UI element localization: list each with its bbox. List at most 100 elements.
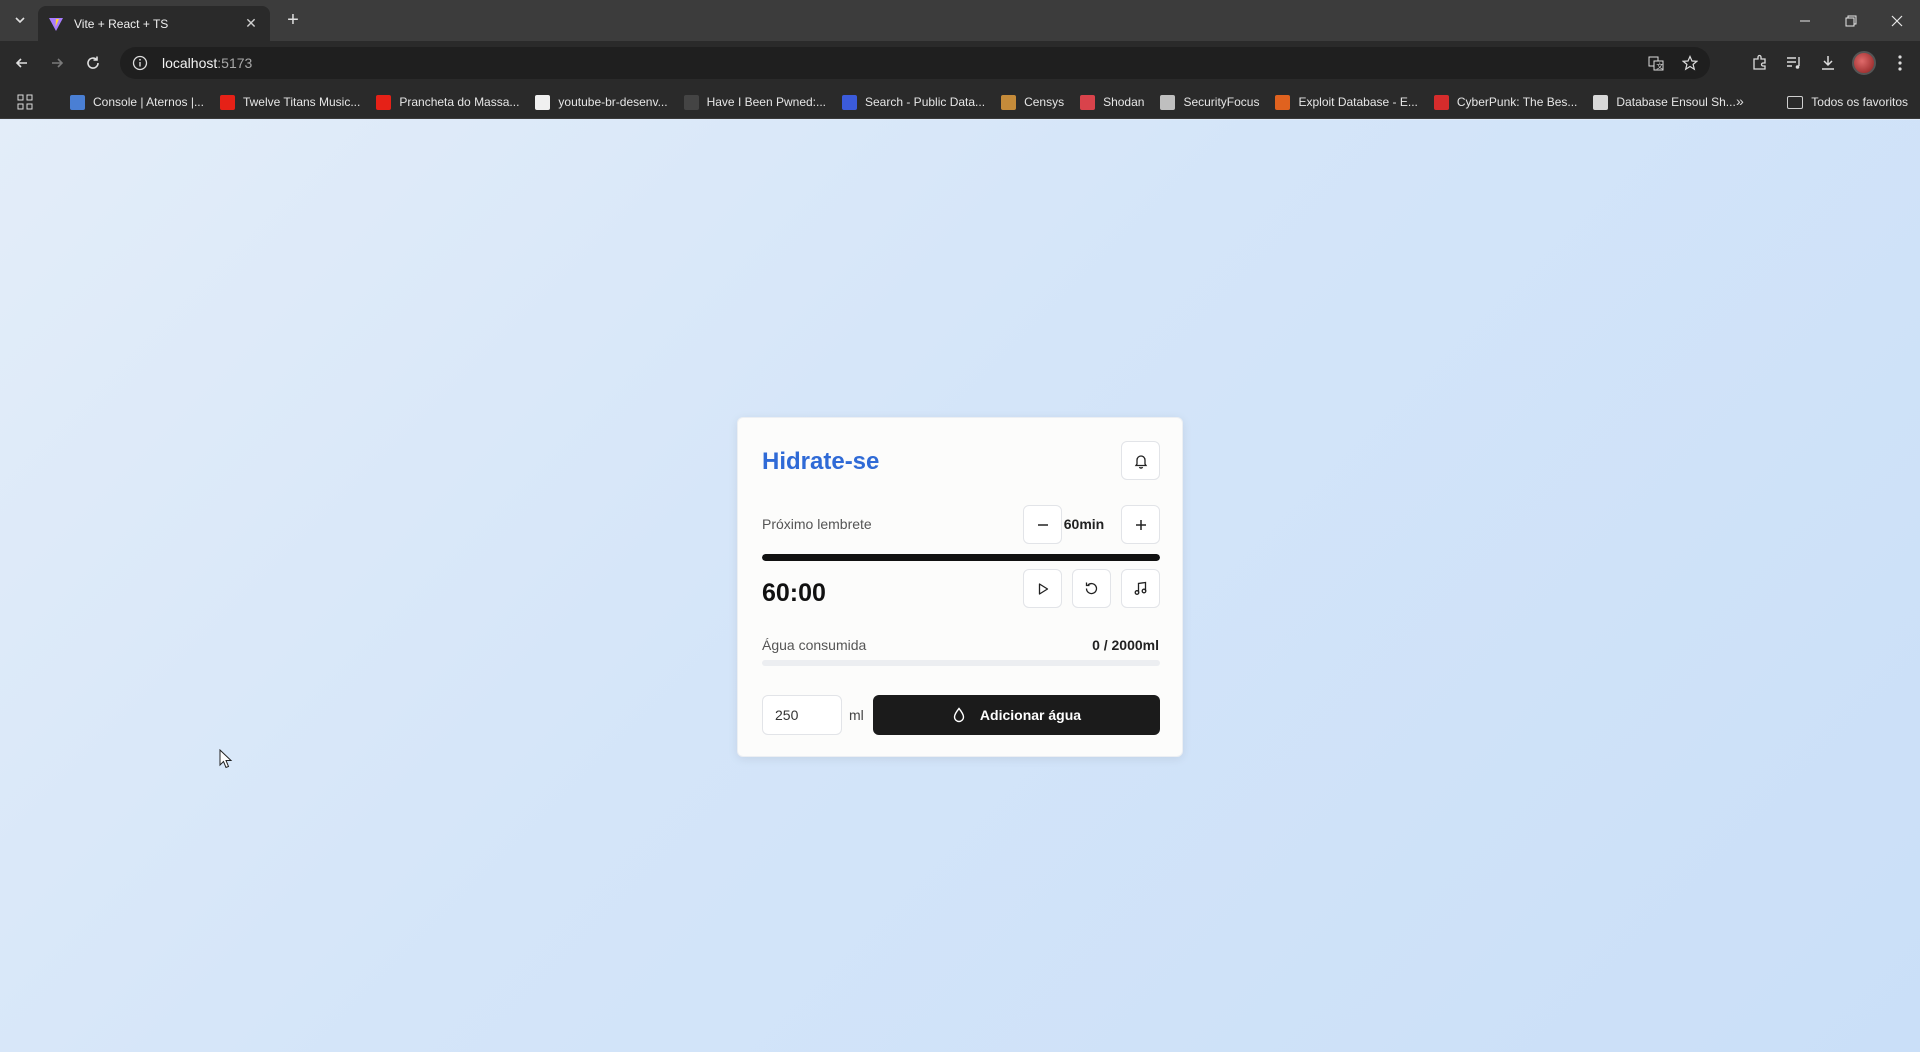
- bookmark-label: CyberPunk: The Bes...: [1456, 95, 1578, 109]
- bookmark-item[interactable]: Search - Public Data...: [834, 88, 993, 116]
- tab-search-button[interactable]: [8, 8, 32, 32]
- bookmark-item[interactable]: Twelve Titans Music...: [212, 88, 368, 116]
- bookmark-item[interactable]: Censys: [993, 88, 1072, 116]
- timer-progress-bar: [762, 554, 1160, 561]
- bookmark-favicon-icon: [1160, 94, 1176, 110]
- menu-kebab-icon[interactable]: [1890, 53, 1910, 73]
- timer-progress-fill: [762, 554, 1160, 561]
- extensions-icon[interactable]: [1750, 53, 1770, 73]
- interval-value: 60min: [1063, 516, 1105, 532]
- bookmark-star-icon[interactable]: [1680, 53, 1700, 73]
- bookmark-label: Censys: [1024, 95, 1065, 109]
- bookmark-item[interactable]: CyberPunk: The Bes...: [1426, 88, 1586, 116]
- bookmark-item[interactable]: Console | Aternos |...: [62, 88, 212, 116]
- tab-title: Vite + React + TS: [74, 16, 169, 31]
- bookmark-label: Twelve Titans Music...: [242, 95, 361, 109]
- bell-icon: [1134, 454, 1147, 469]
- bookmark-favicon-icon: [70, 94, 85, 110]
- active-tab[interactable]: Vite + React + TS ✕: [38, 6, 270, 41]
- play-button[interactable]: [1023, 569, 1062, 608]
- hydration-card: Hidrate-se Próximo lembrete 60min 60:00 …: [737, 417, 1183, 757]
- vite-logo-icon: [49, 17, 63, 31]
- profile-avatar[interactable]: [1852, 51, 1876, 75]
- notification-button[interactable]: [1121, 441, 1160, 480]
- unit-label: ml: [849, 707, 864, 723]
- reload-icon[interactable]: [80, 50, 106, 76]
- countdown-timer: 60:00: [762, 579, 826, 607]
- forward-arrow-icon[interactable]: [44, 50, 70, 76]
- bookmark-favicon-icon: [535, 94, 551, 110]
- bookmark-item[interactable]: Exploit Database - E...: [1267, 88, 1425, 116]
- bookmark-label: Exploit Database - E...: [1298, 95, 1418, 109]
- water-progress-bar: [762, 660, 1160, 666]
- reset-icon: [1085, 582, 1098, 595]
- translate-icon[interactable]: 文: [1646, 53, 1666, 73]
- tab-strip: Vite + React + TS ✕ +: [0, 0, 1920, 41]
- site-info-icon[interactable]: [132, 55, 148, 71]
- bookmark-label: youtube-br-desenv...: [558, 95, 668, 109]
- close-window-icon[interactable]: [1874, 0, 1920, 41]
- droplet-icon: [953, 707, 965, 723]
- water-consumed-value: 0 / 2000ml: [1092, 637, 1159, 653]
- chevron-down-icon: [15, 17, 25, 24]
- bookmark-list: Console | Aternos |... Twelve Titans Musi…: [62, 85, 1744, 119]
- url-port: :5173: [217, 55, 253, 71]
- media-control-icon[interactable]: [1784, 53, 1804, 73]
- new-tab-button[interactable]: +: [280, 8, 306, 34]
- bookmark-favicon-icon: [219, 94, 235, 110]
- add-water-label: Adicionar água: [979, 707, 1082, 723]
- apps-grid-icon[interactable]: [17, 94, 33, 110]
- plus-icon: [1135, 519, 1146, 530]
- water-consumed-label: Água consumida: [762, 637, 867, 653]
- minimize-icon[interactable]: [1782, 0, 1828, 41]
- url-host: localhost: [162, 55, 218, 71]
- download-icon[interactable]: [1818, 53, 1838, 73]
- svg-text:文: 文: [1656, 62, 1663, 71]
- bookmark-label: SecurityFocus: [1183, 95, 1260, 109]
- more-bookmarks-button[interactable]: »: [1736, 93, 1744, 109]
- bookmark-favicon-icon: [1275, 94, 1291, 110]
- bookmark-favicon-icon: [376, 94, 392, 110]
- window-controls: [1782, 0, 1920, 41]
- folder-icon: [1787, 95, 1804, 109]
- back-arrow-icon[interactable]: [9, 50, 35, 76]
- all-bookmarks-label: Todos os favoritos: [1811, 95, 1908, 109]
- bookmark-item[interactable]: Database Ensoul Sh...: [1585, 88, 1743, 116]
- add-water-button[interactable]: Adicionar água: [873, 695, 1160, 735]
- bookmark-favicon-icon: [1433, 94, 1449, 110]
- decrease-interval-button[interactable]: [1023, 505, 1062, 544]
- bookmark-label: Database Ensoul Sh...: [1616, 95, 1736, 109]
- bookmark-label: Search - Public Data...: [865, 95, 986, 109]
- bookmark-favicon-icon: [1080, 94, 1096, 110]
- bookmarks-bar: Console | Aternos |... Twelve Titans Musi…: [0, 85, 1920, 119]
- music-note-icon: [1134, 581, 1147, 595]
- minus-icon: [1037, 523, 1048, 526]
- bookmark-favicon-icon: [683, 94, 699, 110]
- sound-button[interactable]: [1121, 569, 1160, 608]
- play-icon: [1038, 582, 1048, 595]
- reset-button[interactable]: [1072, 569, 1111, 608]
- bookmark-item[interactable]: youtube-br-desenv...: [527, 88, 675, 116]
- browser-toolbar: localhost:5173 文: [0, 41, 1920, 85]
- water-amount-input[interactable]: [762, 695, 842, 735]
- address-bar[interactable]: localhost:5173 文: [120, 47, 1710, 79]
- bookmark-item[interactable]: SecurityFocus: [1152, 88, 1267, 116]
- bookmark-label: Shodan: [1103, 95, 1145, 109]
- bookmark-label: Console | Aternos |...: [93, 95, 204, 109]
- all-bookmarks-button[interactable]: Todos os favoritos: [1787, 88, 1908, 116]
- app-title: Hidrate-se: [762, 448, 880, 475]
- reminder-label: Próximo lembrete: [762, 516, 872, 532]
- restore-icon[interactable]: [1828, 0, 1874, 41]
- mouse-cursor-icon: [219, 749, 233, 769]
- bookmark-item[interactable]: Prancheta do Massa...: [368, 88, 527, 116]
- bookmark-label: Have I Been Pwned:...: [706, 95, 826, 109]
- bookmark-label: Prancheta do Massa...: [399, 95, 520, 109]
- bookmark-favicon-icon: [1593, 94, 1609, 110]
- tab-close-icon[interactable]: ✕: [242, 15, 260, 32]
- bookmark-favicon-icon: [842, 94, 857, 110]
- bookmark-item[interactable]: Have I Been Pwned:...: [676, 88, 834, 116]
- bookmark-favicon-icon: [1001, 94, 1017, 110]
- increase-interval-button[interactable]: [1121, 505, 1160, 544]
- bookmark-item[interactable]: Shodan: [1072, 88, 1152, 116]
- page-background: Hidrate-se Próximo lembrete 60min 60:00 …: [0, 120, 1920, 1052]
